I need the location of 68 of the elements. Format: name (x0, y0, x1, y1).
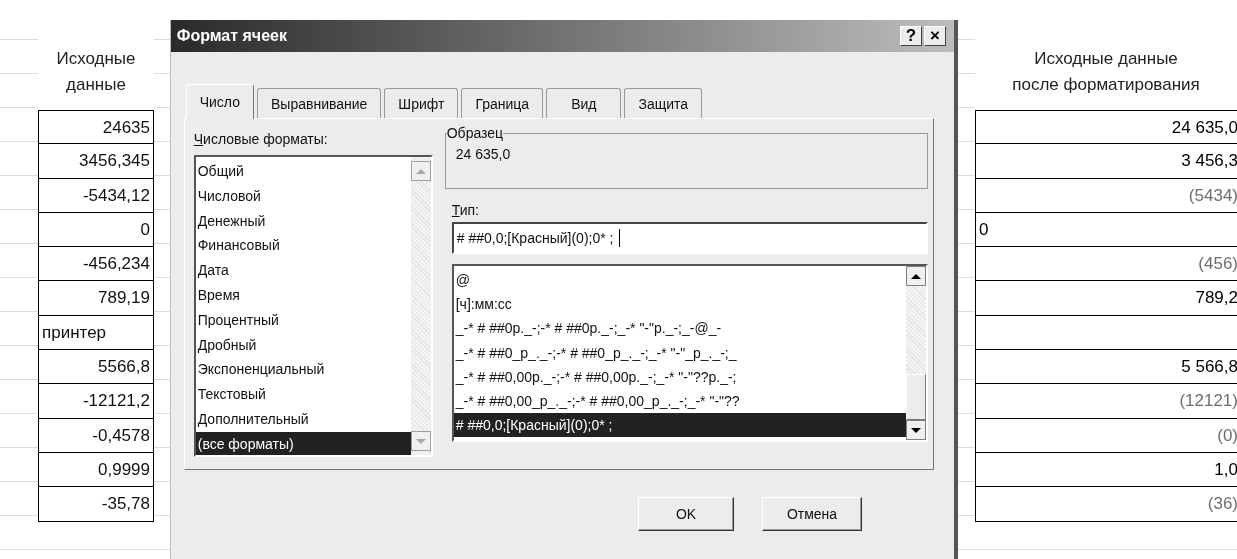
table-cell: (36) (975, 487, 1237, 522)
table-cell: -35,78 (38, 487, 154, 522)
list-item[interactable]: Время (195, 283, 411, 308)
table-cell: 1,0 (975, 452, 1237, 488)
formats-label: Числовые форматы: (193, 131, 329, 149)
list-item[interactable]: Числовой (195, 183, 411, 209)
column-header: Исходные данные (38, 38, 154, 110)
table-cell: -12121,2 (38, 384, 154, 419)
table-cell: (0) (975, 418, 1237, 453)
list-item[interactable]: Общий (195, 159, 411, 184)
table-cell: 24 635,0 (975, 110, 1237, 145)
list-item[interactable]: Экспоненциальный (195, 357, 411, 383)
table-cell: 24635 (38, 110, 154, 145)
help-button[interactable]: ? (900, 26, 922, 46)
table-cell: 5566,8 (38, 350, 154, 385)
table-cell: (456) (975, 247, 1237, 282)
sample-value: 24 635,0 (455, 146, 512, 162)
close-button[interactable]: × (924, 26, 946, 46)
scrollbar[interactable] (410, 157, 431, 455)
type-label: Тип: (451, 202, 480, 220)
table-cell: -456,234 (38, 247, 154, 282)
table-cell: 789,2 (975, 281, 1237, 316)
type-list[interactable] (451, 264, 928, 442)
tab[interactable]: Выравнивание (257, 88, 382, 118)
list-item[interactable]: Дробный (195, 332, 411, 358)
list-item[interactable]: _-* # ##0р._-;-* # ##0р._-;_-* "-"р._-;_-@_- (453, 316, 906, 341)
list-item[interactable]: _-* # ##0,00_р_._-;-* # ##0,00_р_._-;_-* "-"?? (453, 388, 906, 414)
table-cell: 0 (38, 212, 154, 248)
list-item[interactable]: Текстовый (195, 382, 411, 407)
list-item[interactable]: [ч]:мм:сс (453, 292, 906, 317)
list-item[interactable]: _-* # ##0,00р._-;-* # ##0,00р._-;_-* "-"??р._-; (453, 364, 906, 389)
scroll-down-icon[interactable] (410, 431, 431, 451)
cancel-button[interactable]: Отмена (762, 497, 862, 531)
tab[interactable]: Граница (461, 88, 544, 118)
list-item[interactable]: Дата (195, 258, 411, 283)
table-cell: -5434,12 (38, 178, 154, 213)
list-item[interactable]: Дополнительный (195, 406, 411, 432)
table-cell: 3 456,3 (975, 144, 1237, 179)
table-cell: (12121) (975, 384, 1237, 419)
list-item[interactable]: (все форматы) (195, 431, 411, 455)
scroll-up-icon[interactable] (906, 266, 926, 286)
list-item[interactable]: Процентный (195, 307, 411, 333)
scroll-thumb[interactable] (906, 374, 926, 420)
table-cell: 0,9999 (38, 452, 154, 488)
table-cell: -0,4578 (38, 418, 154, 453)
formats-list[interactable]: Общий Числовой Денежный Финансовый Дата Время Процентный Дробный Экспоненциальный Текстовый Дополнительный (все форматы) (193, 155, 433, 457)
ok-button[interactable]: OK (638, 497, 734, 531)
column-header: Исходные данные после форматирования (975, 38, 1237, 110)
type-field[interactable]: # ##0,0;[Красный](0);0* ; (451, 222, 928, 254)
scrollbar[interactable] (906, 266, 926, 440)
tab[interactable]: Шрифт (384, 88, 459, 118)
table-cell: принтер (38, 315, 154, 351)
table-cell: 3456,345 (38, 144, 154, 179)
list-item[interactable]: @ (453, 268, 906, 293)
list-item[interactable]: _-* # ##0_р_._-;-* # ##0_р_._-;_-* "-"_р_._-;_ (453, 340, 906, 365)
tab[interactable]: Вид (546, 88, 622, 118)
window-title: Формат ячеек (176, 27, 287, 45)
list-item[interactable]: Финансовый (195, 233, 411, 259)
table-cell: 0 (975, 212, 1237, 248)
table-cell: 789,19 (38, 281, 154, 316)
tab[interactable]: Защита (624, 88, 703, 118)
tab[interactable]: Число (185, 84, 254, 119)
table-cell: 5 566,8 (975, 350, 1237, 385)
list-item[interactable]: Денежный (195, 208, 411, 234)
table-cell: (5434) (975, 178, 1237, 213)
list-item[interactable]: # ##0,0;[Красный](0);0* ; (453, 413, 906, 438)
scroll-down-icon[interactable] (906, 420, 926, 440)
sample-label: Образец (446, 125, 504, 141)
